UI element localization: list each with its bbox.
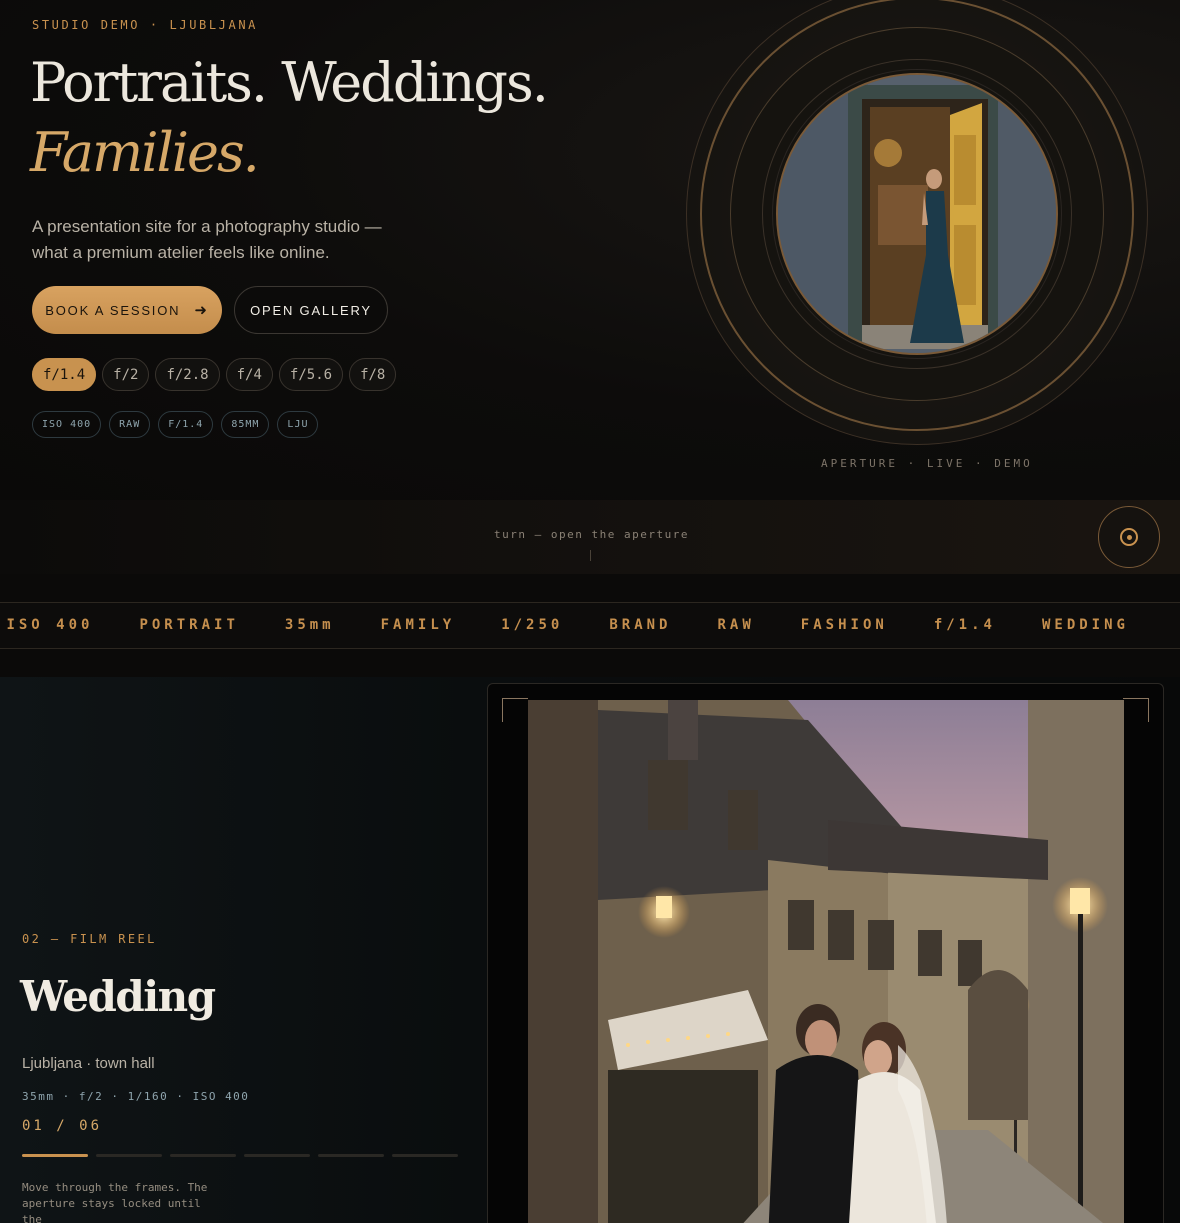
exif-tags: ISO 400 RAW F/1.4 85MM LJU (32, 411, 319, 438)
marquee-item: PORTRAIT (139, 617, 239, 633)
exif-tag: F/1.4 (158, 411, 214, 438)
reel-counter: 01 / 06 (22, 1118, 103, 1134)
fstop-option[interactable]: f/8 (349, 358, 397, 391)
exif-tag: 85MM (221, 411, 270, 438)
progress-segment[interactable] (244, 1154, 310, 1157)
exif-tag: LJU (277, 411, 319, 438)
marquee-item: 35mm (284, 617, 335, 633)
progress-segment[interactable] (318, 1154, 384, 1157)
fstop-option[interactable]: f/2.8 (155, 358, 220, 391)
fstop-option[interactable]: f/4 (225, 358, 273, 391)
progress-segment[interactable] (392, 1154, 458, 1157)
open-gallery-label: OPEN GALLERY (250, 302, 372, 318)
arrow-right-icon: ➜ (194, 302, 209, 319)
headline-line-1: Portraits. Weddings. (30, 51, 549, 114)
marquee-item: FAMILY (380, 617, 456, 633)
reel-exif: 35mm · f/2 · 1/160 · ISO 400 (22, 1090, 250, 1103)
lens-photo-bride-doorway (776, 73, 1058, 355)
wedding-street-image (528, 700, 1124, 1223)
reel-location: Ljubljana · town hall (22, 1055, 155, 1072)
reel-eyebrow: 02 — FILM REEL (22, 932, 157, 946)
hint-tick (590, 550, 591, 561)
fstop-option[interactable]: f/5.6 (278, 358, 344, 391)
progress-segment[interactable] (22, 1154, 88, 1157)
bride-doorway-image (778, 75, 1056, 353)
marquee-item: 1/250 (501, 617, 564, 633)
hero-lede: A presentation site for a photography st… (32, 217, 382, 262)
progress-segment[interactable] (96, 1154, 162, 1157)
aperture-hint: turn — open the aperture (494, 528, 689, 541)
marquee-item: RAW (717, 617, 755, 633)
keyword-marquee: G ISO 400 PORTRAIT 35mm FAMILY 1/250 BRA… (0, 602, 1180, 649)
film-frame[interactable] (487, 683, 1164, 1223)
marquee-item: WEDDING (1041, 617, 1129, 633)
hero-headline: Portraits. Weddings. Families. (30, 48, 549, 188)
fstop-option[interactable]: f/2 (102, 358, 150, 391)
studio-eyebrow: STUDIO DEMO · LJUBLJANA (32, 18, 258, 32)
frame-corner-marker (1123, 698, 1149, 722)
marquee-item: BRAND (609, 617, 672, 633)
marquee-item: FASHION (800, 617, 888, 633)
book-session-button[interactable]: BOOK A SESSION ➜ (32, 286, 222, 334)
wedding-street-photo (528, 700, 1124, 1223)
lens-caption: APERTURE · LIVE · DEMO (821, 457, 1033, 470)
exif-tag: ISO 400 (32, 411, 102, 438)
headline-line-2: Families. (30, 121, 260, 184)
reel-progress (22, 1154, 458, 1157)
aperture-knob-button[interactable] (1098, 506, 1160, 568)
marquee-track: G ISO 400 PORTRAIT 35mm FAMILY 1/250 BRA… (0, 617, 1175, 633)
frame-corner-marker (502, 698, 528, 722)
reel-note: Move through the frames. The aperture st… (22, 1181, 208, 1223)
progress-segment[interactable] (170, 1154, 236, 1157)
exif-tag: RAW (109, 411, 151, 438)
marquee-item: ISO 400 (6, 617, 94, 633)
fstop-selector: f/1.4 f/2 f/2.8 f/4 f/5.6 f/8 (32, 358, 397, 391)
marquee-item: f/1.4 (933, 617, 996, 633)
aperture-knob-icon (1120, 528, 1138, 546)
aperture-lens[interactable] (686, 0, 1148, 445)
fstop-option[interactable]: f/1.4 (32, 358, 97, 391)
book-session-label: BOOK A SESSION (45, 302, 181, 318)
reel-title: Wedding (20, 972, 216, 1021)
open-gallery-button[interactable]: OPEN GALLERY (234, 286, 388, 334)
